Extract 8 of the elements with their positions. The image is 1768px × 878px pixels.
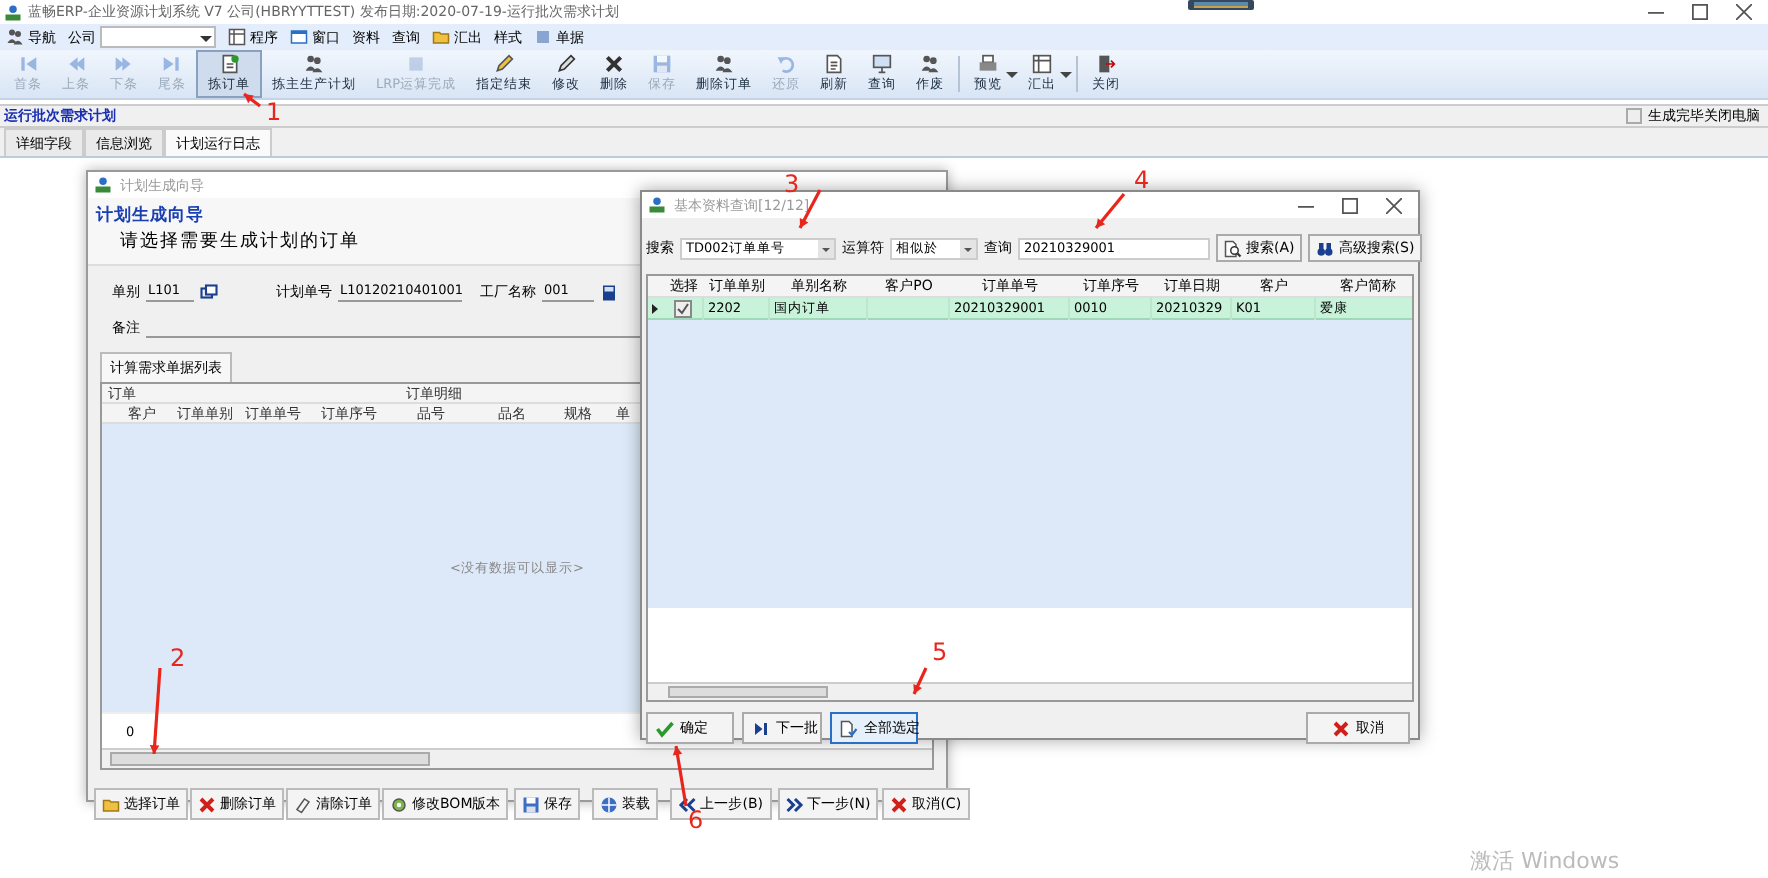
activation-notice: 激活 Windows	[1470, 850, 1620, 874]
wizard-subheading: 请选择需要生成计划的订单	[120, 229, 360, 254]
annotation-number: 3	[784, 172, 800, 196]
annotation-number: 2	[170, 646, 186, 670]
annotation-number: 1	[266, 100, 282, 124]
annotation-number: 4	[1134, 168, 1150, 192]
wizard-heading: 计划生成向导	[96, 204, 204, 228]
annotation-number: 5	[932, 640, 948, 664]
